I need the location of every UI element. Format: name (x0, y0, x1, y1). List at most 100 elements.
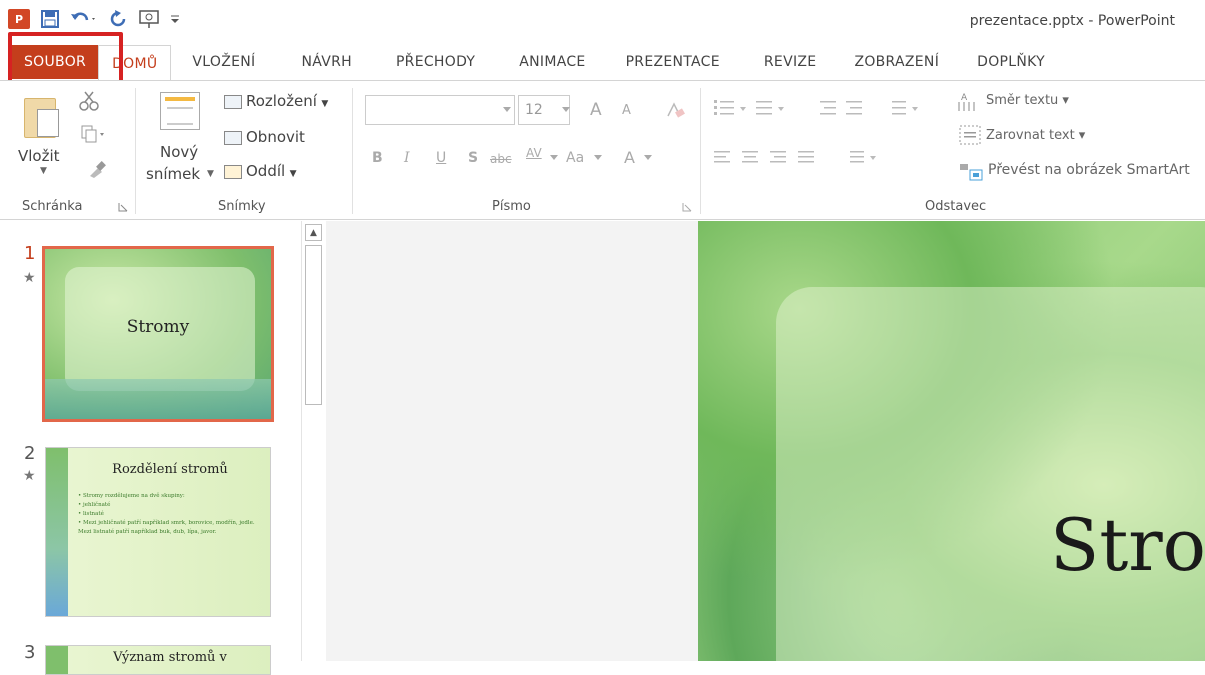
shadow-button[interactable]: S (468, 150, 478, 166)
animation-star-icon: ★ (23, 468, 36, 484)
character-spacing-dropdown-icon[interactable] (550, 155, 558, 161)
tab-insert[interactable]: VLOŽENÍ (179, 45, 268, 79)
new-slide-dropdown-icon[interactable]: ▼ (207, 169, 214, 179)
separator (700, 88, 701, 214)
italic-button[interactable]: I (404, 150, 410, 166)
tab-review[interactable]: REVIZE (751, 45, 830, 79)
convert-smartart-icon[interactable] (958, 160, 984, 182)
section-dropdown-icon: ▼ (289, 169, 297, 179)
slide-2-bullets: • Stromy rozdělujeme na dvě skupiny: • j… (78, 492, 264, 537)
cut-icon[interactable] (78, 90, 100, 112)
thumbnail-water (45, 379, 271, 419)
thumbnail-scrollbar[interactable]: ▲ (301, 221, 325, 661)
tab-design[interactable]: NÁVRH (288, 45, 365, 79)
current-slide-canvas[interactable]: Stro (698, 221, 1205, 661)
text-direction-label[interactable]: Směr textu ▾ (986, 93, 1069, 108)
bullet-item: • listnaté (78, 511, 104, 517)
bold-button[interactable]: B (372, 150, 383, 166)
tab-animations[interactable]: ANIMACE (506, 45, 598, 79)
new-slide-icon[interactable] (160, 92, 200, 130)
tab-transitions[interactable]: PŘECHODY (383, 45, 488, 79)
slide-number-3: 3 (24, 642, 36, 663)
underline-button[interactable]: U (436, 150, 446, 166)
powerpoint-logo-icon[interactable]: P (8, 9, 30, 29)
change-case-dropdown-icon[interactable] (594, 155, 602, 161)
paragraph-align-icons[interactable] (712, 148, 902, 168)
section-button[interactable]: Oddíl ▼ (224, 162, 297, 180)
font-name-input[interactable] (365, 95, 515, 125)
section-icon (224, 165, 242, 179)
clear-formatting-icon[interactable] (664, 100, 686, 120)
grow-font-button[interactable]: A (590, 100, 602, 120)
paste-dropdown-icon[interactable]: ▼ (40, 166, 47, 176)
slide-number-1: 1 (24, 243, 36, 264)
align-text-label[interactable]: Zarovnat text ▾ (986, 128, 1085, 143)
window-title: prezentace.pptx - PowerPoint (969, 13, 1175, 29)
title-bar: P prezentace.pptx - PowerPoint (0, 0, 1205, 40)
slide-editing-area (326, 221, 698, 661)
tab-addins[interactable]: DOPLŇKY (964, 45, 1058, 79)
slide-number-2: 2 (24, 443, 36, 464)
layout-label: Rozložení (246, 92, 317, 110)
undo-icon[interactable] (70, 8, 98, 30)
format-painter-icon[interactable] (86, 160, 106, 180)
separator (135, 88, 136, 214)
paste-icon[interactable] (24, 98, 59, 138)
slide-2-title: Rozdělení stromů (112, 462, 228, 477)
character-spacing-button[interactable]: AV (526, 146, 542, 160)
font-color-button[interactable]: A (624, 148, 635, 167)
bullet-item: • jehličnaté (78, 502, 111, 508)
font-group-label: Písmo (492, 199, 531, 214)
bullet-item: • Mezi jehličnaté patří například smrk, … (78, 520, 255, 535)
shrink-font-button[interactable]: A (622, 103, 631, 118)
clipboard-group-label: Schránka (22, 199, 83, 214)
redo-icon[interactable] (108, 8, 128, 30)
new-slide-label-1[interactable]: Nový (160, 143, 198, 161)
font-color-dropdown-icon[interactable] (644, 155, 652, 161)
slide-title-text[interactable]: Stro (1050, 503, 1205, 587)
ribbon-tabs: SOUBOR DOMŮ VLOŽENÍ NÁVRH PŘECHODY ANIMA… (0, 44, 1205, 81)
thumbnail-side-strip (46, 646, 68, 674)
slide-thumbnail-2[interactable]: Rozdělení stromů • Stromy rozdělujeme na… (45, 447, 271, 617)
animation-star-icon: ★ (23, 270, 36, 286)
align-text-icon[interactable] (958, 124, 982, 146)
tab-view[interactable]: ZOBRAZENÍ (841, 45, 952, 79)
paragraph-group-label: Odstavec (925, 199, 987, 214)
slides-group-label: Snímky (218, 199, 266, 214)
copy-icon[interactable] (80, 124, 106, 144)
section-label: Oddíl (246, 162, 286, 180)
strikethrough-button[interactable]: abc (490, 152, 512, 166)
save-icon[interactable] (40, 8, 60, 30)
reset-button[interactable]: Obnovit (224, 128, 305, 146)
layout-icon (224, 95, 242, 109)
paste-button-label[interactable]: Vložit (18, 147, 60, 165)
scroll-thumb[interactable] (305, 245, 322, 405)
font-size-dropdown-icon[interactable] (562, 107, 570, 113)
slide-3-title: Význam stromů v (113, 650, 227, 665)
slide-thumbnail-3[interactable]: Význam stromů v (45, 645, 271, 675)
font-name-dropdown-icon[interactable] (503, 107, 511, 113)
scroll-up-icon[interactable]: ▲ (305, 224, 322, 241)
paragraph-list-icons[interactable] (712, 96, 942, 120)
separator (352, 88, 353, 214)
new-slide-label-2[interactable]: snímek (146, 165, 200, 183)
dialog-launcher-icon[interactable] (118, 202, 128, 212)
svg-text:A: A (961, 93, 968, 103)
slide-title-panel (776, 287, 1205, 661)
layout-dropdown-icon: ▼ (321, 99, 329, 109)
thumbnail-side-strip (46, 448, 68, 616)
slide-thumbnail-1[interactable]: Stromy (42, 246, 274, 422)
reset-icon (224, 131, 242, 145)
change-case-button[interactable]: Aa (566, 150, 584, 166)
quick-access-toolbar: P (8, 8, 180, 30)
tab-slideshow[interactable]: PREZENTACE (613, 45, 733, 79)
bullet-item: • Stromy rozdělujeme na dvě skupiny: (78, 493, 185, 499)
start-slideshow-icon[interactable] (138, 8, 160, 30)
text-direction-icon[interactable]: A (956, 90, 982, 112)
customize-qat-icon[interactable] (170, 8, 180, 30)
reset-label: Obnovit (246, 128, 305, 146)
slide-1-title: Stromy (126, 317, 190, 337)
dialog-launcher-icon[interactable] (682, 202, 692, 212)
convert-smartart-label[interactable]: Převést na obrázek SmartArt (988, 162, 1190, 178)
layout-button[interactable]: Rozložení ▼ (224, 92, 328, 110)
